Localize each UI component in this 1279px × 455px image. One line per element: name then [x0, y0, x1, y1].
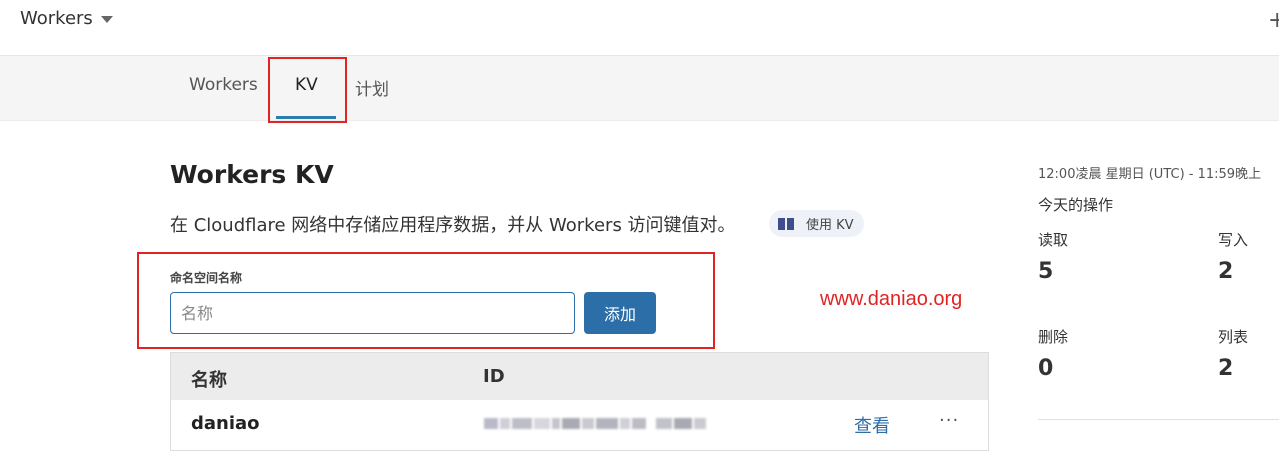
plus-icon[interactable]: +: [1268, 8, 1279, 33]
column-header-name: 名称: [191, 370, 227, 391]
stat-value-reads: 5: [1038, 259, 1054, 284]
stat-value-deletes: 0: [1038, 356, 1054, 381]
account-name: Workers: [20, 8, 93, 29]
top-bar: Workers +: [0, 0, 1279, 56]
page-title: Workers KV: [170, 160, 334, 189]
stats-time-range: 12:00凌晨 星期日 (UTC) - 11:59晚上: [1038, 167, 1262, 182]
view-link[interactable]: 查看: [854, 412, 890, 438]
stat-label-lists: 列表: [1218, 328, 1249, 346]
namespace-name-label: 命名空间名称: [170, 271, 243, 285]
stats-divider: [1038, 419, 1279, 420]
account-switcher[interactable]: Workers: [20, 8, 113, 29]
stat-label-deletes: 删除: [1038, 328, 1069, 346]
stat-label-writes: 写入: [1218, 231, 1249, 249]
tab-workers[interactable]: Workers: [189, 75, 258, 95]
stat-label-reads: 读取: [1038, 231, 1069, 249]
column-header-id: ID: [483, 366, 505, 387]
namespace-table: 名称 ID daniao 查看 ···: [170, 352, 989, 451]
tab-plans[interactable]: 计划: [355, 75, 389, 100]
stat-value-lists: 2: [1218, 356, 1234, 381]
table-row: daniao 查看 ···: [171, 400, 988, 450]
use-kv-link[interactable]: 使用 KV: [769, 210, 864, 237]
page-description: 在 Cloudflare 网络中存储应用程序数据，并从 Workers 访问键值…: [170, 215, 736, 236]
add-button[interactable]: 添加: [584, 292, 656, 334]
namespace-name-input[interactable]: [170, 292, 575, 334]
watermark: www.daniao.org: [820, 288, 963, 310]
more-options-icon[interactable]: ···: [939, 410, 959, 431]
book-icon: [778, 217, 794, 230]
use-kv-label: 使用 KV: [806, 218, 854, 233]
namespace-name-cell: daniao: [191, 413, 260, 434]
caret-down-icon: [100, 16, 113, 23]
stat-value-writes: 2: [1218, 259, 1234, 284]
tab-bar: Workers KV 计划: [0, 56, 1279, 121]
table-header: 名称 ID: [171, 353, 988, 400]
stats-heading: 今天的操作: [1038, 196, 1114, 214]
namespace-id-redacted: [484, 413, 722, 434]
highlight-box-tab: [268, 57, 347, 123]
